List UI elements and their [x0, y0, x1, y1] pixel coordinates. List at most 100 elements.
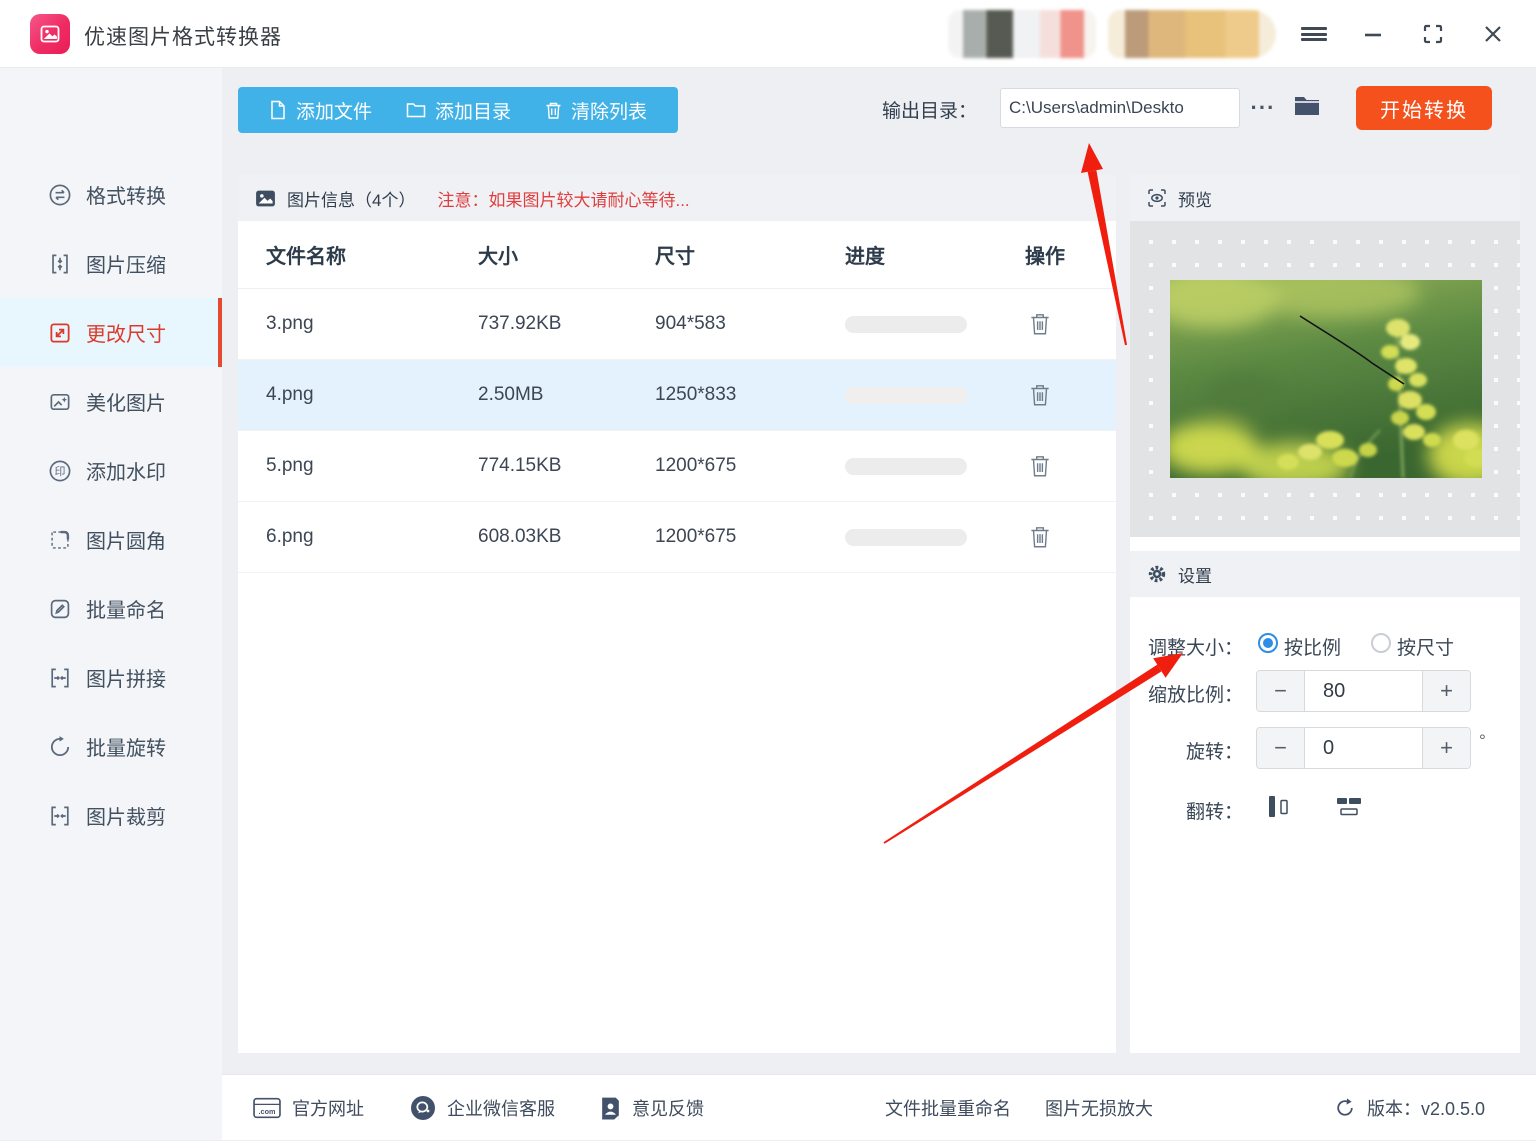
radio-by-size-label[interactable]: 按尺寸 — [1397, 633, 1454, 660]
scale-increment-button[interactable]: + — [1422, 671, 1470, 711]
flip-vertical-button[interactable] — [1265, 793, 1291, 821]
cell-filename: 3.png — [266, 313, 314, 334]
rotate-value[interactable]: 0 — [1305, 728, 1422, 768]
svg-text:印: 印 — [55, 464, 66, 477]
open-folder-button[interactable] — [1292, 92, 1324, 124]
file-icon — [271, 100, 285, 120]
wechat-service-link[interactable]: 企业微信客服 — [410, 1075, 555, 1141]
watermark-icon: 印 — [49, 460, 71, 481]
compress-icon — [52, 254, 68, 273]
sidebar-item-resize[interactable]: 更改尺寸 — [0, 298, 222, 367]
add-directory-button[interactable]: 添加目录 — [389, 97, 528, 124]
delete-row-icon[interactable] — [1028, 453, 1052, 479]
col-header-filename: 文件名称 — [266, 246, 346, 268]
feedback-label: 意见反馈 — [632, 1099, 704, 1119]
rotate-stepper: − 0 + — [1256, 727, 1471, 769]
delete-row-icon[interactable] — [1028, 382, 1052, 408]
minimize-button[interactable] — [1356, 18, 1390, 50]
wechat-service-icon — [411, 1096, 435, 1120]
sidebar-item-label: 批量命名 — [86, 600, 166, 622]
rotate-label: 旋转： — [1185, 742, 1243, 763]
col-header-progress: 进度 — [845, 246, 885, 268]
scale-value[interactable]: 80 — [1305, 671, 1422, 711]
preview-eye-icon — [1148, 189, 1166, 207]
sidebar-item-beautify[interactable]: 美化图片 — [0, 367, 222, 436]
clear-list-label: 清除列表 — [571, 101, 648, 123]
col-header-size: 大小 — [478, 246, 518, 268]
maximize-button[interactable] — [1416, 18, 1450, 50]
radio-by-ratio-label[interactable]: 按比例 — [1284, 633, 1341, 660]
menu-icon[interactable] — [1297, 18, 1331, 50]
sidebar-item-batch-rotate[interactable]: 批量旋转 — [0, 712, 222, 781]
table-row[interactable]: 5.png 774.15KB 1200*675 — [238, 431, 1116, 502]
rotate-icon — [50, 735, 70, 756]
batch-rename-link[interactable]: 文件批量重命名 — [885, 1075, 1011, 1141]
sidebar-item-label: 图片压缩 — [86, 255, 166, 277]
table-row[interactable]: 3.png 737.92KB 904*583 — [238, 289, 1116, 360]
version-label: 版本：v2.0.5.0 — [1367, 1099, 1486, 1119]
round-corner-icon — [51, 530, 70, 549]
add-file-button[interactable]: 添加文件 — [252, 97, 389, 124]
rotate-decrement-button[interactable]: − — [1257, 728, 1305, 768]
feedback-link[interactable]: 意见反馈 — [600, 1075, 704, 1141]
cell-dims: 1200*675 — [655, 455, 737, 476]
app-window: 优速图片格式转换器 格式转换 图片压缩 更改尺寸 美化图片 印 添加水印 图片圆… — [0, 0, 1536, 1140]
table-notice: 注意：如果图片较大请耐心等待... — [437, 190, 690, 210]
delete-row-icon[interactable] — [1028, 524, 1052, 550]
close-button[interactable] — [1476, 18, 1510, 50]
sidebar-item-label: 更改尺寸 — [86, 324, 166, 346]
settings-header-strip: 设置 — [1130, 551, 1520, 597]
radio-by-size[interactable] — [1371, 633, 1391, 653]
cell-filename: 5.png — [266, 455, 314, 476]
sidebar-item-round-corner[interactable]: 图片圆角 — [0, 505, 222, 574]
sidebar-item-label: 批量旋转 — [86, 738, 166, 760]
sidebar-item-label: 添加水印 — [86, 462, 166, 484]
resize-mode-label: 调整大小： — [1147, 638, 1243, 659]
table-row-selected[interactable]: 4.png 2.50MB 1250*833 — [238, 360, 1116, 431]
sidebar-item-crop[interactable]: 图片裁剪 — [0, 781, 222, 850]
browse-more-button[interactable]: ··· — [1248, 86, 1278, 130]
sidebar-item-compress[interactable]: 图片压缩 — [0, 229, 222, 298]
official-website-label: 官方网址 — [292, 1099, 364, 1119]
sidebar-item-watermark[interactable]: 印 添加水印 — [0, 436, 222, 505]
official-website-link[interactable]: .com 官方网址 — [253, 1075, 364, 1141]
folder-solid-icon — [1295, 97, 1319, 115]
output-dir-input[interactable] — [1000, 88, 1240, 128]
footer: .com 官方网址 企业微信客服 意见反馈 文件批量重命名 图片无损放大 版本：… — [222, 1074, 1536, 1140]
refresh-icon[interactable] — [1334, 1097, 1356, 1119]
format-convert-icon — [49, 184, 71, 205]
sidebar: 格式转换 图片压缩 更改尺寸 美化图片 印 添加水印 图片圆角 批量命名 图片拼… — [0, 68, 222, 1140]
redacted-account-name — [1108, 10, 1276, 58]
progress-bar — [845, 457, 967, 475]
add-directory-label: 添加目录 — [435, 101, 512, 123]
version-info: 版本：v2.0.5.0 — [1334, 1075, 1485, 1141]
folder-icon — [406, 103, 426, 118]
clear-list-button[interactable]: 清除列表 — [528, 97, 664, 124]
sidebar-item-stitch[interactable]: 图片拼接 — [0, 643, 222, 712]
radio-by-ratio[interactable] — [1258, 633, 1278, 653]
cell-dims: 1250*833 — [655, 384, 737, 405]
delete-row-icon[interactable] — [1028, 311, 1052, 337]
flip-horizontal-icon — [1337, 798, 1361, 816]
cell-size: 774.15KB — [478, 455, 562, 476]
titlebar: 优速图片格式转换器 — [0, 0, 1536, 68]
lossless-enlarge-link[interactable]: 图片无损放大 — [1045, 1075, 1153, 1141]
sidebar-item-label: 图片圆角 — [86, 531, 166, 553]
sidebar-item-label: 美化图片 — [86, 393, 166, 415]
sidebar-item-label: 图片裁剪 — [86, 807, 166, 829]
rotate-increment-button[interactable]: + — [1422, 728, 1470, 768]
sidebar-item-label: 图片拼接 — [86, 669, 166, 691]
col-header-dims: 尺寸 — [655, 246, 695, 268]
settings-title: 设置 — [1178, 566, 1212, 586]
flip-horizontal-button[interactable] — [1335, 795, 1365, 819]
resize-icon — [50, 322, 70, 343]
scale-decrement-button[interactable]: − — [1257, 671, 1305, 711]
start-convert-button[interactable]: 开始转换 — [1356, 86, 1492, 130]
cell-filename: 6.png — [266, 526, 314, 547]
preview-title: 预览 — [1178, 190, 1212, 210]
sidebar-item-batch-rename[interactable]: 批量命名 — [0, 574, 222, 643]
cell-size: 608.03KB — [478, 526, 562, 547]
sidebar-item-format-convert[interactable]: 格式转换 — [0, 160, 222, 229]
table-row[interactable]: 6.png 608.03KB 1200*675 — [238, 502, 1116, 573]
flip-vertical-icon — [1269, 796, 1288, 817]
